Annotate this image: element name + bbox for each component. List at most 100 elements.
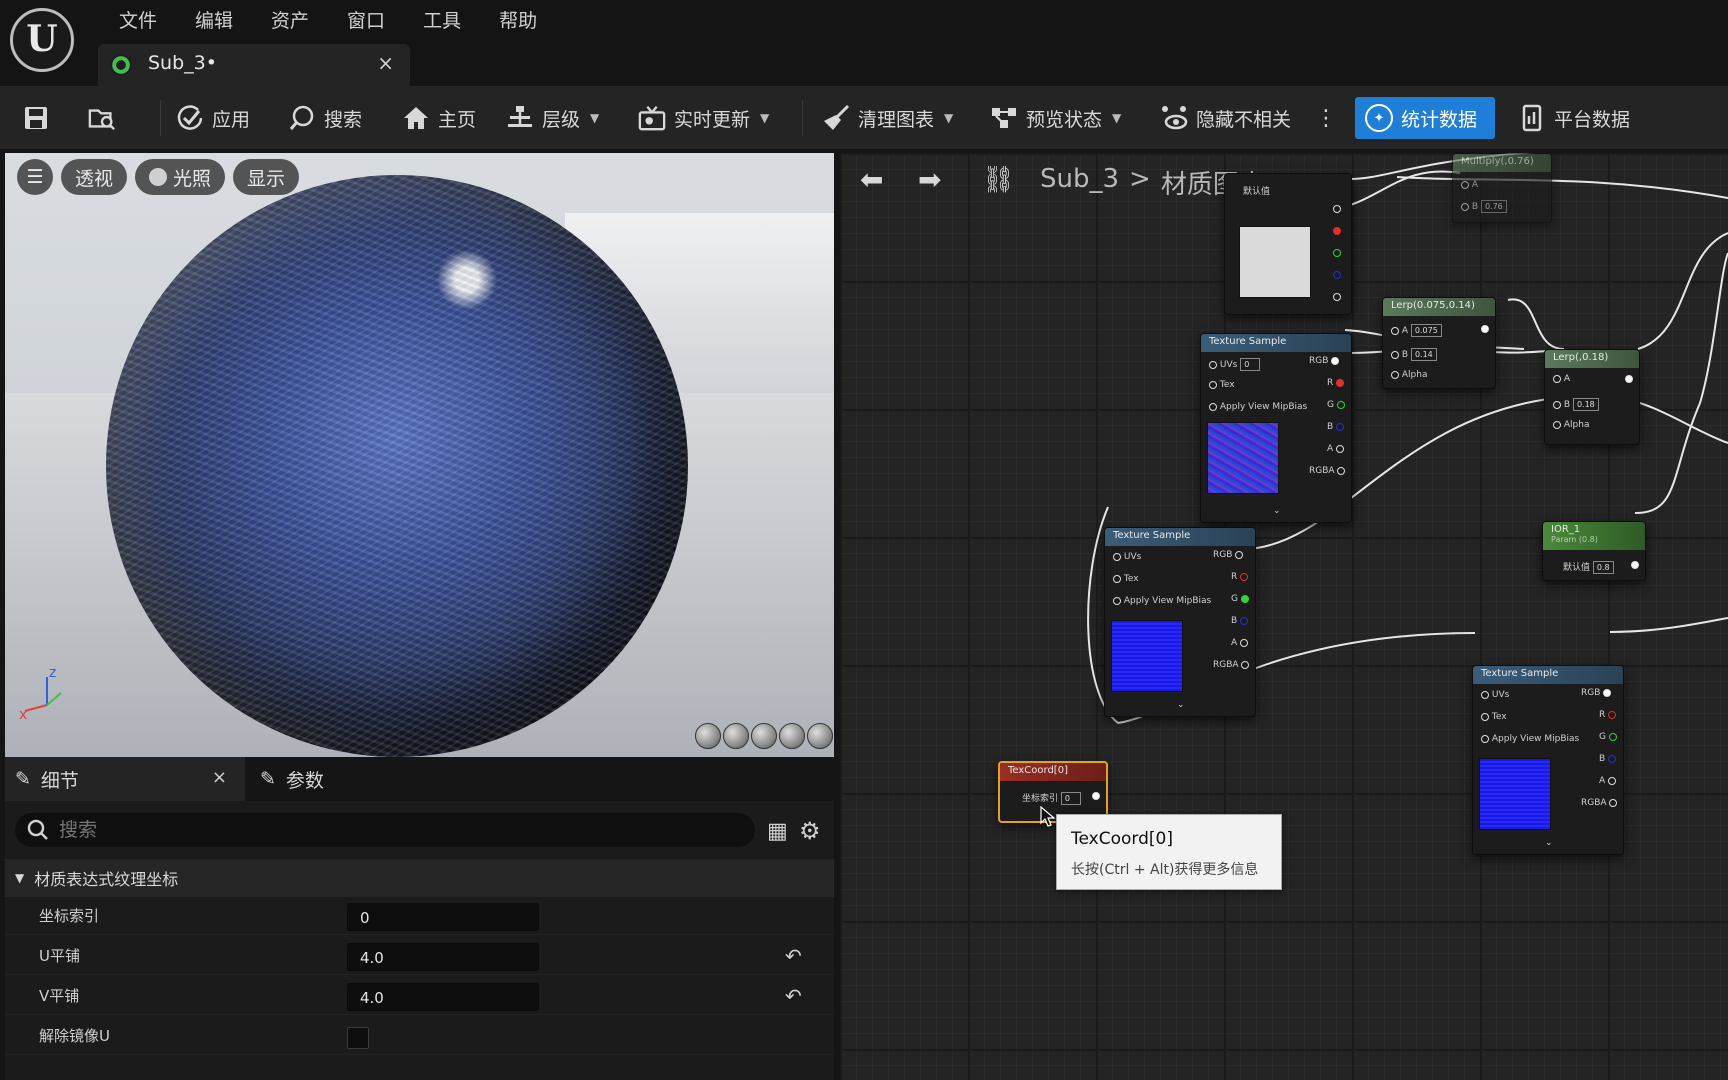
- output-r[interactable]: R: [1599, 710, 1617, 720]
- texture-sample-node[interactable]: Texture Sample UVs 0 Tex Apply View MipB…: [1200, 333, 1352, 523]
- constant-node[interactable]: 默认值: [1224, 173, 1352, 315]
- plane-icon[interactable]: [751, 723, 777, 749]
- output-pin-b[interactable]: [1333, 270, 1341, 280]
- clean-graph-dropdown[interactable]: 清理图表 ▼: [822, 100, 953, 136]
- output-b[interactable]: B: [1599, 754, 1617, 764]
- output-g[interactable]: G: [1599, 732, 1617, 742]
- menu-help[interactable]: 帮助: [480, 4, 556, 35]
- details-search-input[interactable]: [59, 819, 699, 841]
- pin-value[interactable]: 0: [1060, 792, 1081, 805]
- cylinder-icon[interactable]: [695, 723, 721, 749]
- pin-alpha[interactable]: Alpha: [1553, 420, 1589, 430]
- menu-tools[interactable]: 工具: [404, 4, 480, 35]
- output-pin-g[interactable]: [1333, 248, 1341, 258]
- menu-window[interactable]: 窗口: [328, 4, 404, 35]
- pin-value[interactable]: 0.18: [1572, 398, 1599, 411]
- table-view-icon[interactable]: ▦: [767, 819, 788, 844]
- output-g[interactable]: G: [1327, 400, 1345, 410]
- coordinate-index-field[interactable]: 0: [347, 903, 539, 931]
- coordinate-index-row[interactable]: 坐标索引 0: [1022, 791, 1081, 805]
- multiply-node[interactable]: Multiply(,0.76) A B 0.76: [1452, 153, 1552, 223]
- output-pin-a[interactable]: [1333, 292, 1341, 302]
- pin-value[interactable]: 0.14: [1410, 348, 1437, 361]
- pin-b[interactable]: B 0.76: [1461, 200, 1507, 213]
- output-pin[interactable]: [1625, 374, 1633, 384]
- output-b[interactable]: B: [1327, 422, 1345, 432]
- pin-a[interactable]: A: [1553, 374, 1570, 384]
- menu-file[interactable]: 文件: [100, 4, 176, 35]
- reset-icon[interactable]: ↶: [785, 984, 802, 1008]
- unmirror-u-checkbox[interactable]: [347, 1027, 369, 1049]
- pin-tex[interactable]: Tex: [1209, 380, 1235, 390]
- output-rgba[interactable]: RGBA: [1581, 798, 1618, 808]
- section-header[interactable]: ▼ 材质表达式纹理坐标: [5, 859, 834, 897]
- lerp-node[interactable]: Lerp(,0.18) A B 0.18 Alpha: [1544, 349, 1640, 445]
- viewport-menu-button[interactable]: ☰: [17, 159, 53, 195]
- close-tab-icon[interactable]: ×: [377, 51, 394, 75]
- texture-sample-node[interactable]: Texture Sample UVs Tex Apply View MipBia…: [1472, 665, 1624, 855]
- unreal-logo-icon[interactable]: U: [10, 8, 74, 72]
- arrow-right-icon[interactable]: ➡: [918, 163, 941, 196]
- pin-alpha[interactable]: Alpha: [1391, 370, 1427, 380]
- output-a[interactable]: A: [1327, 444, 1345, 454]
- pin-mipbias[interactable]: Apply View MipBias: [1209, 402, 1307, 412]
- v-tiling-field[interactable]: 4.0: [347, 983, 539, 1011]
- preview-viewport[interactable]: ☰ 透视 光照 显示 x z: [5, 153, 834, 757]
- output-rgb[interactable]: RGB: [1309, 356, 1340, 366]
- pin-uvs[interactable]: UVs: [1481, 690, 1509, 700]
- expand-chevron-icon[interactable]: ⌄: [1545, 838, 1553, 848]
- browse-button[interactable]: [88, 100, 116, 136]
- close-icon[interactable]: ×: [212, 767, 227, 788]
- pin-b[interactable]: B 0.14: [1391, 348, 1437, 361]
- preview-state-dropdown[interactable]: 预览状态 ▼: [990, 100, 1121, 136]
- default-value-row[interactable]: 默认值 0.8: [1563, 560, 1614, 574]
- save-button[interactable]: [22, 100, 50, 136]
- gear-icon[interactable]: ⚙: [799, 817, 821, 845]
- hierarchy-dropdown[interactable]: 层级 ▼: [506, 100, 599, 136]
- pin-a[interactable]: A: [1461, 180, 1478, 190]
- output-rgba[interactable]: RGBA: [1309, 466, 1346, 476]
- output-a[interactable]: A: [1231, 638, 1249, 648]
- expand-chevron-icon[interactable]: ⌄: [1177, 700, 1185, 710]
- texture-sample-node[interactable]: Texture Sample UVs Tex Apply View MipBia…: [1104, 527, 1256, 717]
- pin-value[interactable]: 0.8: [1592, 561, 1614, 574]
- lit-mode-button[interactable]: 光照: [135, 159, 226, 195]
- breadcrumb-root[interactable]: Sub_3: [1040, 164, 1119, 201]
- output-pin-r[interactable]: [1333, 226, 1341, 236]
- output-pin[interactable]: [1333, 204, 1341, 214]
- stats-button[interactable]: ✦ 统计数据: [1355, 97, 1495, 139]
- output-rgb[interactable]: RGB: [1213, 550, 1244, 560]
- apply-button[interactable]: 应用: [176, 100, 250, 136]
- teapot-icon[interactable]: [807, 723, 833, 749]
- pin-tex[interactable]: Tex: [1113, 574, 1139, 584]
- lerp-node[interactable]: Lerp(0.075,0.14) A 0.075 B 0.14 Alpha: [1382, 297, 1496, 389]
- pin-mipbias[interactable]: Apply View MipBias: [1481, 734, 1579, 744]
- output-rgb[interactable]: RGB: [1581, 688, 1612, 698]
- more-options-button[interactable]: ⋮: [1312, 100, 1340, 136]
- arrow-left-icon[interactable]: ⬅: [860, 163, 883, 196]
- pin-tex[interactable]: Tex: [1481, 712, 1507, 722]
- cube-icon[interactable]: [779, 723, 805, 749]
- tab-parameters[interactable]: ✎ 参数: [250, 757, 450, 801]
- pin-value[interactable]: 0: [1240, 358, 1261, 371]
- menu-asset[interactable]: 资产: [252, 4, 328, 35]
- pin-a[interactable]: A 0.075: [1391, 324, 1442, 337]
- output-pin[interactable]: [1481, 324, 1489, 334]
- output-g[interactable]: G: [1231, 594, 1249, 604]
- output-rgba[interactable]: RGBA: [1213, 660, 1250, 670]
- ior-parameter-node[interactable]: IOR_1 Param (0.8) 默认值 0.8: [1542, 521, 1646, 581]
- search-button[interactable]: 搜索: [288, 100, 362, 136]
- output-r[interactable]: R: [1327, 378, 1345, 388]
- menu-edit[interactable]: 编辑: [176, 4, 252, 35]
- reset-icon[interactable]: ↶: [785, 944, 802, 968]
- hide-unrelated-button[interactable]: 隐藏不相关: [1160, 100, 1291, 136]
- tab-details[interactable]: ✎ 细节 ×: [5, 757, 245, 801]
- platform-stats-button[interactable]: 平台数据: [1518, 100, 1630, 136]
- home-button[interactable]: 主页: [402, 100, 476, 136]
- pin-value[interactable]: 0.76: [1480, 200, 1507, 213]
- output-a[interactable]: A: [1599, 776, 1617, 786]
- output-b[interactable]: B: [1231, 616, 1249, 626]
- live-update-dropdown[interactable]: 实时更新 ▼: [638, 100, 769, 136]
- output-pin[interactable]: [1631, 560, 1639, 570]
- output-pin[interactable]: [1092, 791, 1100, 801]
